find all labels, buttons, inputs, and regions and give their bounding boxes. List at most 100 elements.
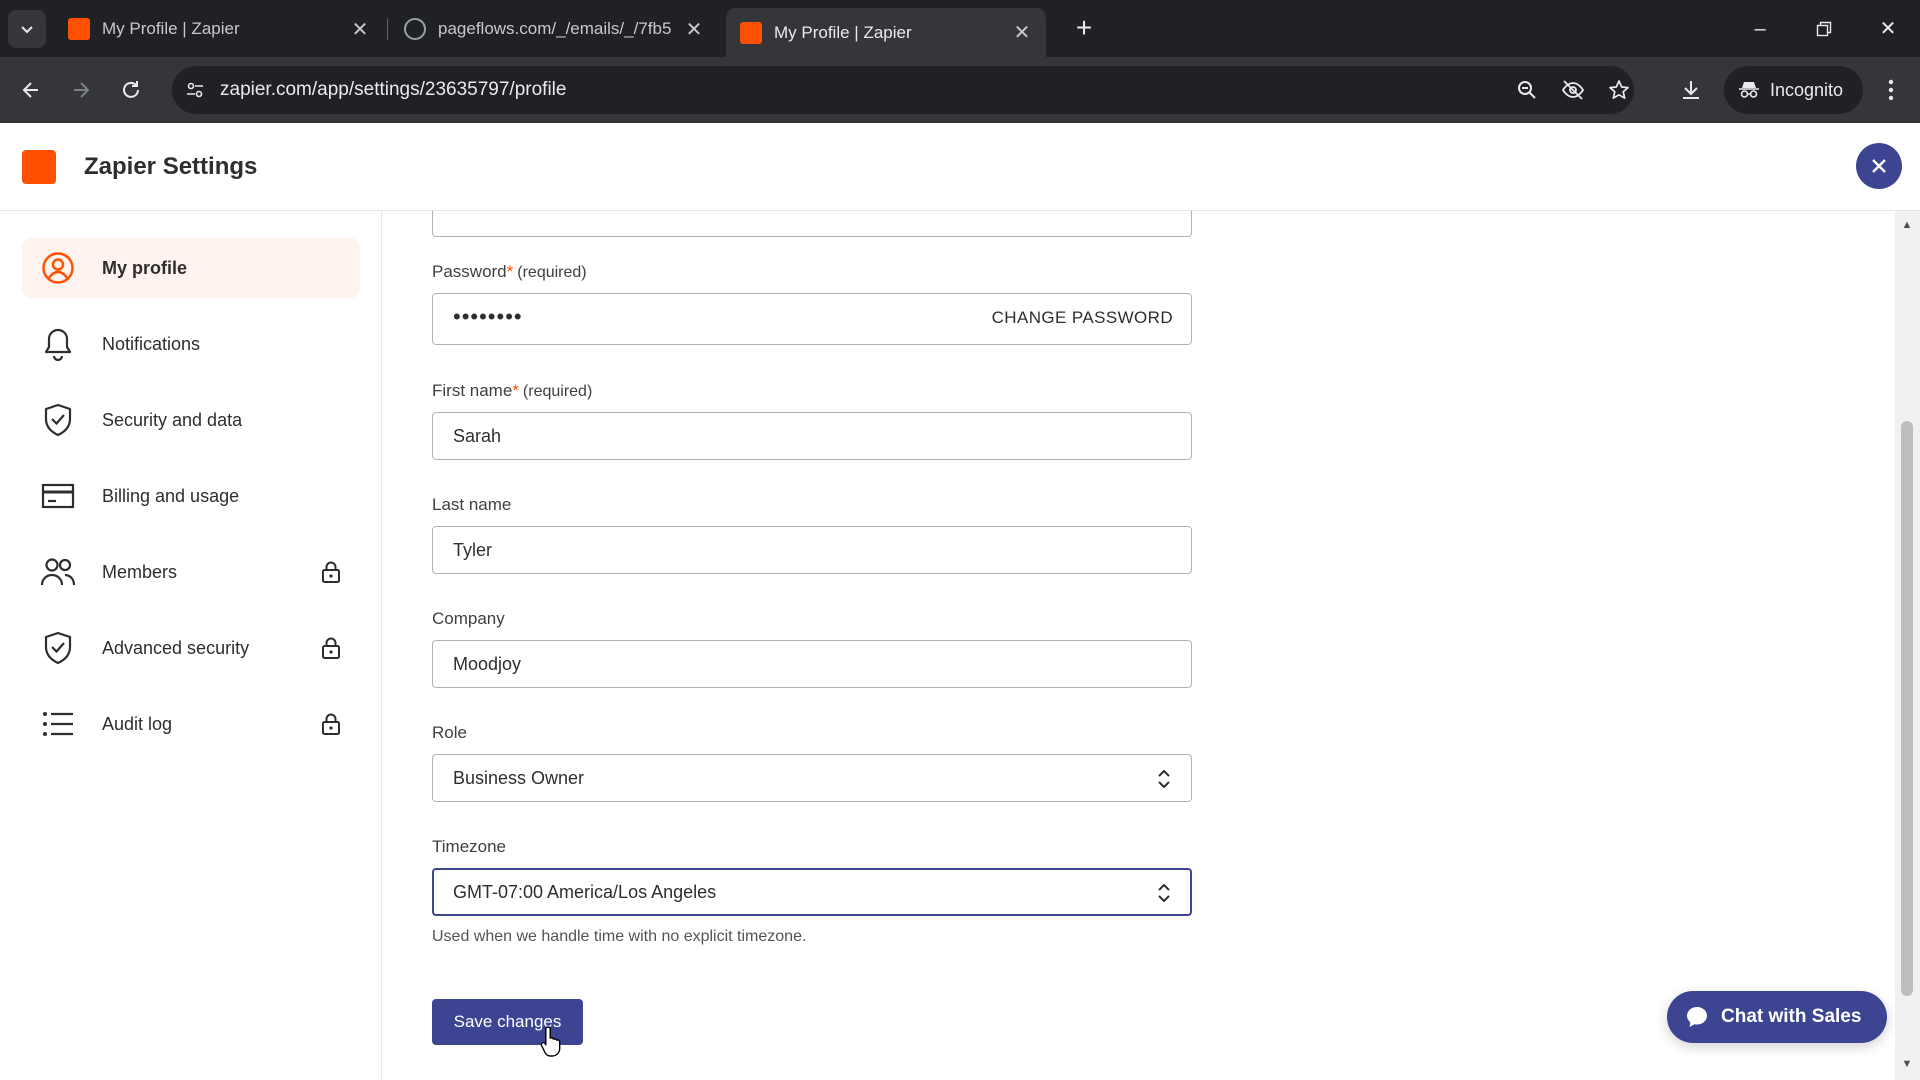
email-field[interactable] [432, 211, 1192, 237]
browser-tab-2[interactable]: pageflows.com/_/emails/_/7fb5 ✕ [390, 8, 718, 50]
hand-cursor-icon [540, 1026, 561, 1057]
browser-tab-3-active[interactable]: My Profile | Zapier ✕ [726, 8, 1046, 57]
select-arrows-icon [1158, 883, 1170, 903]
forward-button[interactable] [62, 71, 100, 109]
globe-icon [404, 18, 426, 40]
first-name-value: Sarah [453, 426, 502, 446]
credit-card-icon [38, 476, 78, 516]
tab-title: My Profile | Zapier [774, 22, 912, 42]
lock-icon [318, 559, 344, 585]
star-icon[interactable] [1604, 75, 1634, 105]
page-title: Zapier Settings [84, 153, 258, 180]
tab-search-button[interactable] [8, 10, 46, 48]
download-icon [1683, 81, 1699, 99]
arrow-right-icon [74, 82, 90, 98]
incognito-icon [1739, 82, 1759, 98]
list-icon [38, 704, 78, 744]
downloads-button[interactable] [1672, 71, 1710, 109]
last-name-field[interactable]: Tyler [432, 526, 1192, 574]
back-button[interactable] [12, 71, 50, 109]
reload-icon [123, 81, 139, 98]
shield-check-icon [38, 628, 78, 668]
zoom-icon[interactable] [1512, 75, 1542, 105]
profile-form: Password* (required) •••••••• CHANGE PASS… [383, 211, 1903, 1080]
timezone-select[interactable]: GMT-07:00 America/Los Angeles [432, 868, 1192, 916]
sidebar-item-label: My profile [102, 257, 188, 278]
sidebar-item-security-and-data[interactable]: Security and data [22, 390, 360, 450]
zapier-logo [22, 150, 56, 184]
close-settings-button[interactable] [1856, 143, 1902, 189]
sidebar-item-label: Security and data [102, 409, 243, 430]
incognito-label: Incognito [1770, 79, 1844, 100]
url-text: zapier.com/app/settings/23635797/profile [220, 79, 567, 100]
scroll-up-icon[interactable]: ▲ [1901, 219, 1913, 231]
app-header: Zapier Settings [0, 123, 1920, 211]
arrow-left-icon [22, 82, 38, 98]
shield-check-icon [38, 400, 78, 440]
sidebar-item-label: Audit log [102, 713, 173, 734]
first-name-field[interactable]: Sarah [432, 412, 1192, 460]
close-tab-icon[interactable]: ✕ [684, 17, 704, 42]
first-name-label: First name* (required) [432, 381, 593, 400]
restore-icon [1816, 21, 1832, 37]
sidebar-item-members[interactable]: Members [22, 542, 360, 602]
close-tab-icon[interactable]: ✕ [350, 17, 370, 42]
users-icon [38, 552, 78, 592]
timezone-label: Timezone [432, 837, 507, 856]
sidebar-item-audit-log[interactable]: Audit log [22, 694, 360, 754]
role-value: Business Owner [453, 768, 585, 788]
select-arrows-icon [1158, 769, 1170, 789]
eye-off-icon[interactable] [1558, 75, 1588, 105]
scroll-down-icon[interactable]: ▼ [1901, 1058, 1913, 1070]
sidebar-item-label: Notifications [102, 333, 201, 354]
browser-tab-1[interactable]: My Profile | Zapier ✕ [54, 8, 384, 50]
last-name-label: Last name [432, 495, 512, 514]
bell-icon [38, 324, 78, 364]
sidebar-item-label: Members [102, 561, 178, 582]
reload-button[interactable] [112, 71, 150, 109]
tab-title: pageflows.com/_/emails/_/7fb5 [438, 19, 672, 38]
sidebar-item-billing-and-usage[interactable]: Billing and usage [22, 466, 360, 526]
chevron-down-icon [21, 26, 33, 34]
browser-menu-button[interactable] [1876, 71, 1906, 109]
tab-divider [387, 18, 388, 40]
incognito-indicator[interactable]: Incognito [1724, 66, 1864, 114]
zapier-icon [740, 21, 762, 44]
change-password-button[interactable]: CHANGE PASSWORD [992, 308, 1173, 328]
browser-tab-bar: My Profile | Zapier ✕ pageflows.com/_/em… [0, 0, 1920, 57]
settings-sidebar: My profile Notifications Security and da… [0, 211, 382, 1080]
close-icon [1872, 159, 1886, 173]
sidebar-item-my-profile[interactable]: My profile [22, 238, 360, 298]
company-field[interactable]: Moodjoy [432, 640, 1192, 688]
site-info-icon[interactable] [180, 75, 210, 105]
sidebar-item-label: Billing and usage [102, 485, 240, 506]
password-value: •••••••• [453, 304, 523, 329]
scrollbar-thumb[interactable] [1901, 421, 1913, 996]
zapier-icon [68, 18, 90, 40]
user-circle-icon [38, 248, 78, 288]
company-value: Moodjoy [453, 654, 522, 674]
minimize-button[interactable]: – [1740, 12, 1780, 46]
password-field[interactable]: •••••••• CHANGE PASSWORD [432, 293, 1192, 345]
role-select[interactable]: Business Owner [432, 754, 1192, 802]
chat-bubble-icon [1687, 1007, 1707, 1027]
new-tab-button[interactable]: + [1067, 12, 1101, 46]
password-label: Password* (required) [432, 262, 587, 281]
last-name-value: Tyler [453, 540, 493, 560]
sidebar-item-label: Advanced security [102, 637, 250, 658]
timezone-hint: Used when we handle time with no explici… [432, 928, 807, 945]
close-tab-icon[interactable]: ✕ [1012, 20, 1032, 45]
lock-icon [318, 711, 344, 737]
chat-with-sales-button[interactable]: Chat with Sales [1667, 991, 1887, 1043]
tab-title: My Profile | Zapier [102, 19, 240, 38]
page-scrollbar[interactable]: ▲ ▼ [1895, 211, 1920, 1080]
sidebar-item-advanced-security[interactable]: Advanced security [22, 618, 360, 678]
close-window-button[interactable]: ✕ [1868, 12, 1908, 46]
sidebar-item-notifications[interactable]: Notifications [22, 314, 360, 374]
role-label: Role [432, 723, 467, 742]
restore-button[interactable] [1804, 12, 1844, 46]
address-bar[interactable]: zapier.com/app/settings/23635797/profile [172, 66, 1634, 114]
browser-toolbar: zapier.com/app/settings/23635797/profile… [0, 57, 1920, 123]
chat-label: Chat with Sales [1721, 1006, 1862, 1027]
company-label: Company [432, 609, 505, 628]
